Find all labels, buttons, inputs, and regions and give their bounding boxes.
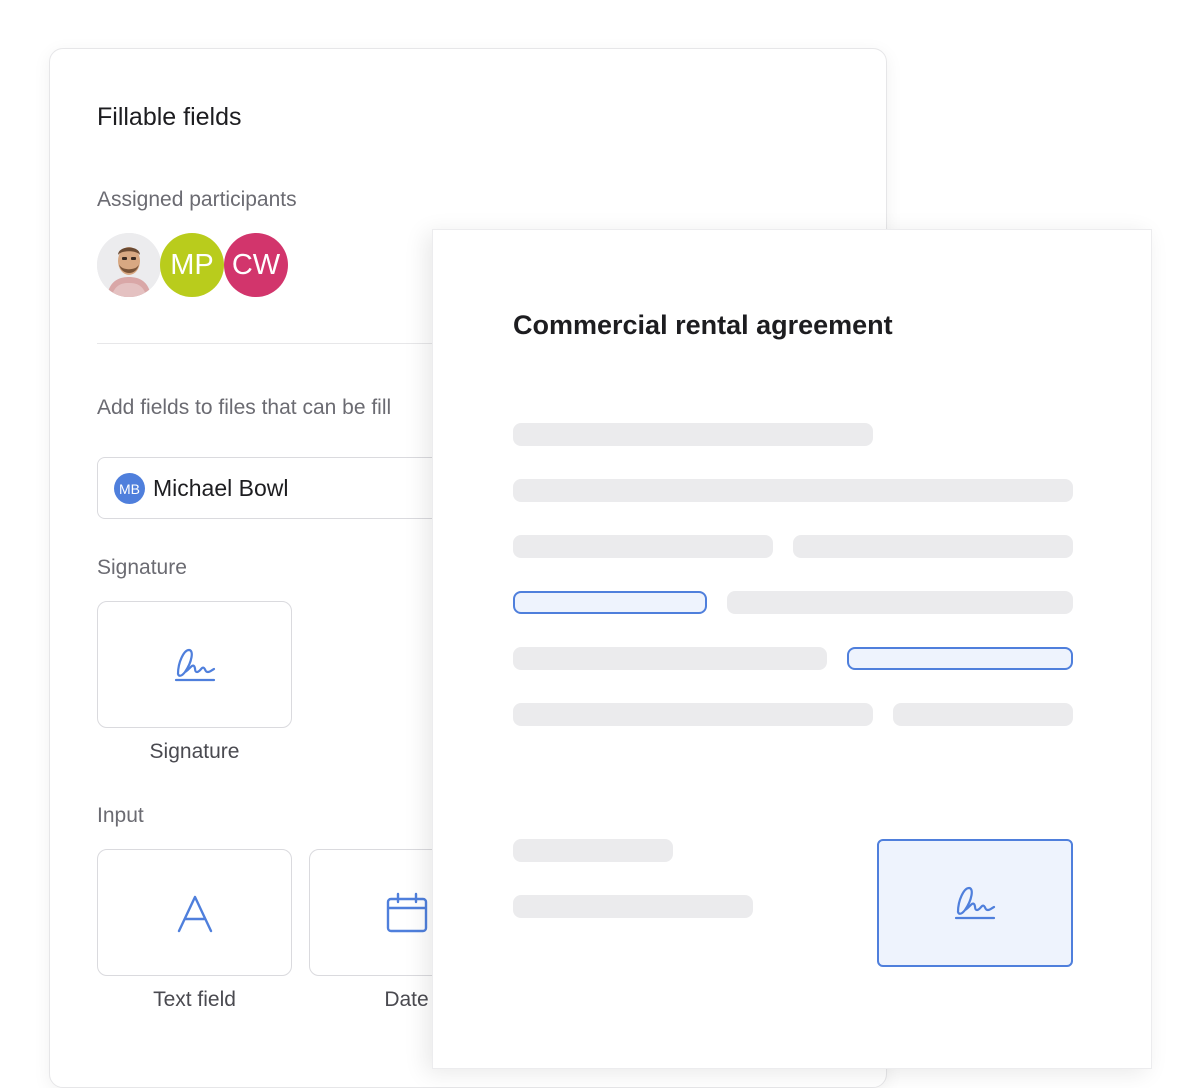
signature-section-label: Signature [97,556,187,579]
text-field-icon [177,895,212,932]
text-field-tile[interactable] [97,849,292,976]
signature-tile-label: Signature [149,740,240,763]
signature-field-tile[interactable] [97,601,292,728]
text-placeholder-line [513,647,827,670]
text-placeholder-line [793,535,1073,558]
text-field-tile-label: Text field [153,988,236,1011]
document-input-field[interactable] [847,647,1073,670]
document-title: Commercial rental agreement [513,310,893,340]
text-placeholder-line [893,703,1073,726]
panel-title: Fillable fields [97,103,242,131]
signature-icon [954,886,996,920]
text-placeholder-line [513,703,873,726]
avatar-mp[interactable]: MP [160,233,224,297]
assigned-participants-label: Assigned participants [97,188,297,211]
document-input-field[interactable] [513,591,707,614]
text-placeholder-line [513,839,673,862]
add-fields-description: Add fields to files that can be fill [97,396,392,419]
document-preview: Commercial rental agreement [432,229,1152,1069]
signature-icon [174,648,215,681]
person-photo-icon [97,233,161,297]
text-placeholder-line [513,423,873,446]
participant-badge: MB [114,473,145,504]
calendar-icon [386,892,427,932]
text-placeholder-line [513,535,773,558]
text-placeholder-line [513,479,1073,502]
text-placeholder-line [513,895,753,918]
document-signature-field[interactable] [877,839,1073,967]
avatar-photo[interactable] [97,233,161,297]
input-section-label: Input [97,804,144,827]
participant-name: Michael Bowl [153,475,289,501]
text-placeholder-line [727,591,1073,614]
avatar-cw[interactable]: CW [224,233,288,297]
